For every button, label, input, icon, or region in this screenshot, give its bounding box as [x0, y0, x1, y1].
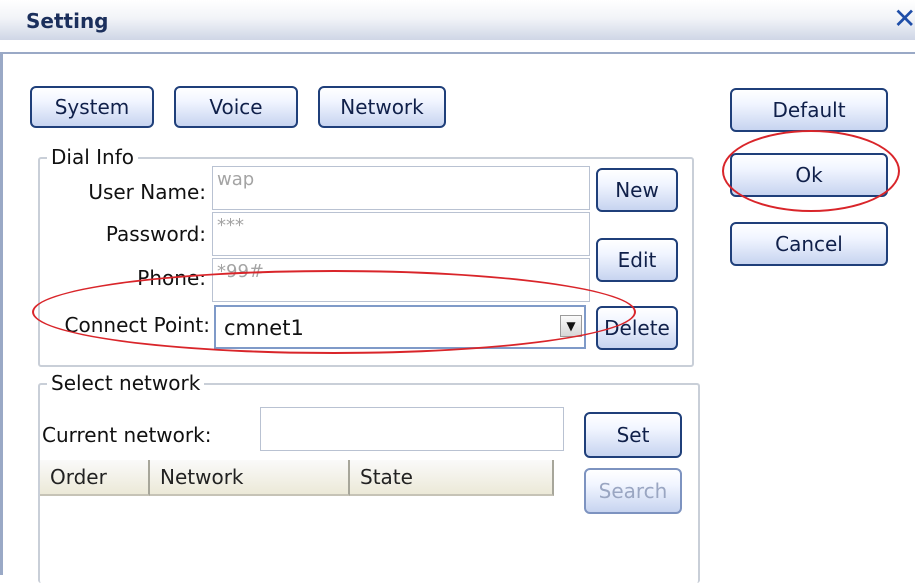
current-network-label: Current network: [42, 423, 212, 447]
set-button[interactable]: Set [584, 412, 682, 458]
user-name-label: User Name: [88, 180, 206, 204]
window-title: Setting [26, 9, 109, 33]
new-button[interactable]: New [596, 168, 678, 212]
window-frame-left [0, 52, 3, 575]
system-button[interactable]: System [30, 86, 154, 128]
voice-button[interactable]: Voice [174, 86, 298, 128]
password-field[interactable]: *** [212, 212, 590, 256]
column-header-network[interactable]: Network [150, 460, 350, 496]
column-header-order[interactable]: Order [40, 460, 150, 496]
current-network-field[interactable] [260, 407, 564, 451]
title-bar: Setting ✕ [0, 0, 915, 40]
network-table: Order Network State [40, 460, 554, 575]
default-button[interactable]: Default [730, 88, 888, 132]
highlight-ellipse-connect-point [32, 270, 636, 354]
highlight-ellipse-ok [722, 130, 900, 212]
edit-button[interactable]: Edit [596, 238, 678, 282]
close-icon[interactable]: ✕ [893, 5, 915, 33]
search-button[interactable]: Search [584, 468, 682, 514]
network-button[interactable]: Network [318, 86, 446, 128]
cancel-button[interactable]: Cancel [730, 222, 888, 266]
user-name-field[interactable]: wap [212, 166, 590, 210]
password-label: Password: [105, 222, 206, 246]
select-network-legend: Select network [47, 371, 205, 395]
window-frame-top [0, 52, 915, 54]
dial-info-legend: Dial Info [47, 145, 138, 169]
column-header-state[interactable]: State [350, 460, 554, 496]
